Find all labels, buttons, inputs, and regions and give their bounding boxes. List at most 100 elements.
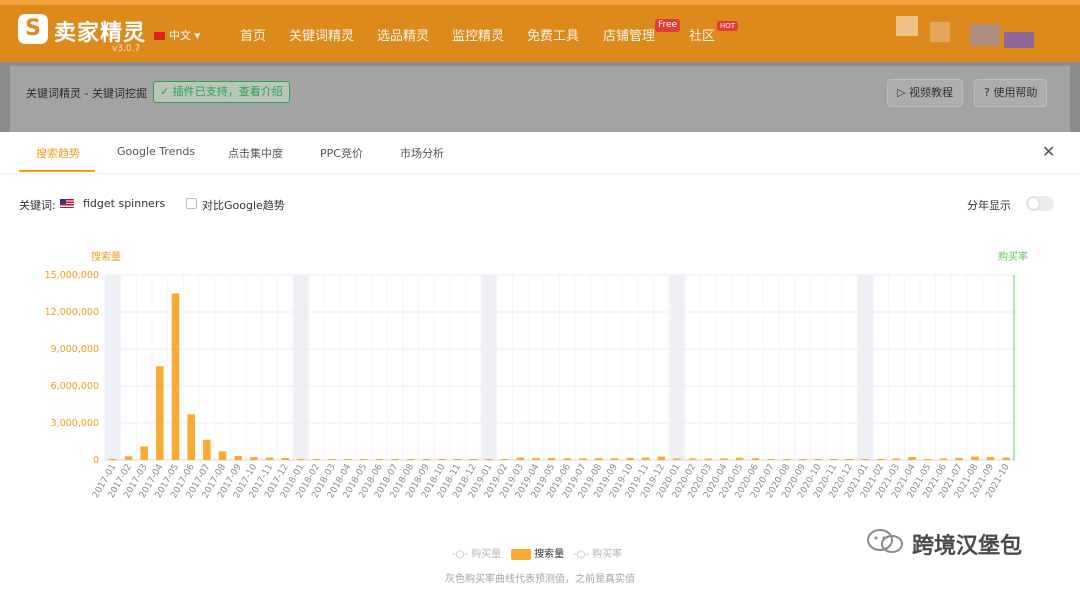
bar-2020-09[interactable] [798, 459, 807, 460]
bar-2021-05[interactable] [924, 459, 932, 460]
bar-2020-07[interactable] [767, 459, 775, 460]
bar-2019-07[interactable] [579, 458, 587, 460]
bar-2018-02[interactable] [312, 459, 321, 460]
year-shade-band [293, 275, 309, 460]
bar-2021-01[interactable] [861, 459, 869, 460]
bar-2019-10[interactable] [626, 458, 634, 460]
bar-2018-07[interactable] [391, 459, 399, 460]
language-selector[interactable]: 中文 ▾ [154, 27, 200, 43]
video-tutorial-button[interactable]: ▷ 视频教程 [887, 79, 963, 107]
bar-2021-06[interactable] [939, 458, 948, 460]
bar-2020-10[interactable] [814, 459, 822, 460]
bar-2021-02[interactable] [877, 459, 885, 460]
bar-2019-04[interactable] [532, 458, 540, 460]
bar-2018-03[interactable] [328, 459, 337, 460]
bar-2019-05[interactable] [547, 458, 556, 460]
nav-keyword-spirit[interactable]: 关键词精灵 [289, 25, 354, 44]
bar-2018-01[interactable] [297, 458, 305, 460]
tab-search-trend[interactable]: 搜索趋势 [36, 145, 80, 161]
tab-click-concentration[interactable]: 点击集中度 [228, 145, 283, 161]
bar-2019-02[interactable] [500, 459, 509, 460]
bar-2021-04[interactable] [908, 456, 916, 460]
bar-2020-08[interactable] [782, 459, 791, 460]
bar-2020-11[interactable] [830, 459, 838, 460]
bar-2020-02[interactable] [688, 458, 697, 460]
bar-2017-11[interactable] [265, 457, 274, 460]
y-tick-label: 0 [93, 455, 99, 466]
nav-product-selection[interactable]: 选品精灵 [377, 25, 429, 44]
bar-2017-04[interactable] [156, 366, 164, 460]
header-trim [0, 0, 1080, 5]
bar-2020-05[interactable] [735, 457, 744, 460]
bar-2017-12[interactable] [281, 458, 289, 460]
bar-2019-12[interactable] [657, 456, 666, 460]
plugin-support-tag[interactable]: ✓ 插件已支持，查看介绍 [153, 81, 290, 103]
nav-free-tools[interactable]: 免费工具 [527, 25, 579, 44]
nav-store-management[interactable]: 店铺管理 [603, 25, 655, 44]
search-trend-modal: 搜索趋势 Google Trends 点击集中度 PPC竞价 市场分析 ✕ 关键… [0, 132, 1080, 590]
version-label: v3.0.7 [112, 44, 141, 54]
bar-2017-02[interactable] [124, 456, 133, 460]
legend-search-volume[interactable]: 搜索量 [511, 545, 564, 560]
bar-2021-08[interactable] [971, 456, 979, 460]
compare-google-checkbox[interactable] [186, 198, 197, 209]
tab-market-analysis[interactable]: 市场分析 [400, 145, 444, 161]
bar-2019-03[interactable] [516, 457, 525, 460]
bar-2018-11[interactable] [453, 459, 462, 460]
bar-2017-03[interactable] [140, 446, 148, 460]
bar-2019-01[interactable] [485, 459, 493, 460]
tab-google-trends[interactable]: Google Trends [117, 145, 195, 158]
tab-ppc-bid[interactable]: PPC竞价 [320, 145, 363, 161]
close-icon[interactable]: ✕ [1042, 142, 1055, 161]
bar-2017-07[interactable] [203, 439, 211, 460]
help-button[interactable]: ? 使用帮助 [974, 79, 1048, 107]
nav-monitor[interactable]: 监控精灵 [452, 25, 504, 44]
bar-2017-09[interactable] [234, 456, 242, 460]
avatar[interactable] [970, 24, 1000, 46]
bar-2019-11[interactable] [641, 457, 650, 460]
nav-community[interactable]: 社区 [689, 25, 715, 44]
video-tutorial-label: 视频教程 [908, 86, 953, 99]
nav-home[interactable]: 首页 [240, 25, 266, 44]
bar-2020-06[interactable] [751, 458, 760, 460]
bar-2020-04[interactable] [720, 458, 728, 460]
bar-2020-03[interactable] [704, 458, 713, 460]
bar-2021-03[interactable] [892, 458, 901, 460]
bar-2018-10[interactable] [438, 459, 446, 460]
bar-2018-09[interactable] [422, 459, 431, 460]
compare-google-label[interactable]: 对比Google趋势 [202, 197, 285, 213]
bar-2021-10[interactable] [1002, 457, 1010, 460]
bar-2019-06[interactable] [563, 458, 572, 460]
legend-label: 搜索量 [534, 549, 565, 560]
blurred-message-icon[interactable] [930, 22, 950, 42]
bar-2017-01[interactable] [109, 459, 117, 460]
active-tab-indicator [19, 170, 95, 172]
bar-2020-01[interactable] [673, 458, 681, 460]
bar-2019-08[interactable] [594, 458, 603, 460]
bar-2018-08[interactable] [406, 459, 415, 460]
bar-2018-05[interactable] [359, 459, 368, 460]
bar-2019-09[interactable] [610, 458, 619, 460]
legend-purchase-rate[interactable]: -○- 购买率 [573, 545, 622, 560]
bar-2017-05[interactable] [171, 293, 180, 461]
bar-2017-06[interactable] [187, 414, 195, 460]
bar-2017-10[interactable] [250, 457, 258, 460]
blurred-username[interactable] [1004, 32, 1034, 48]
bar-2018-06[interactable] [375, 459, 384, 460]
watermark-text: 跨境汉堡包 [912, 534, 1023, 559]
bar-2018-04[interactable] [344, 459, 352, 460]
bar-2018-12[interactable] [469, 459, 478, 460]
bar-2021-07[interactable] [955, 457, 963, 460]
bar-2020-12[interactable] [845, 459, 854, 460]
year-shade-band [669, 275, 685, 460]
legend-line-circle-icon: -○- [452, 549, 472, 560]
year-shade-band [481, 275, 497, 460]
bar-2017-08[interactable] [218, 451, 227, 460]
blurred-notification-icon[interactable] [896, 16, 918, 36]
logo-icon[interactable]: S [18, 14, 48, 44]
bar-2021-09[interactable] [986, 456, 995, 460]
logo-text[interactable]: 卖家精灵 [54, 15, 146, 47]
year-split-toggle[interactable] [1026, 196, 1054, 211]
chevron-down-icon: ▾ [191, 29, 201, 42]
legend-purchase-volume[interactable]: -○- 购买量 [452, 545, 501, 560]
